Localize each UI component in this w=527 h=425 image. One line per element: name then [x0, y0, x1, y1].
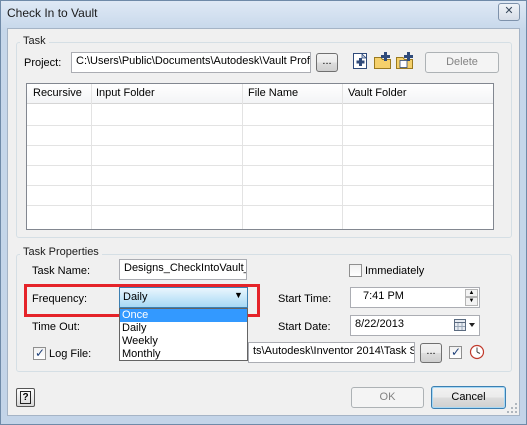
start-date-label: Start Date: — [278, 321, 331, 333]
task-group-label: Task — [20, 35, 49, 47]
task-name-field[interactable]: Designs_CheckIntoVault_ — [119, 259, 247, 280]
new-task-icon[interactable] — [351, 51, 371, 71]
resize-grip-icon[interactable] — [506, 402, 518, 414]
add-files-icon[interactable] — [395, 51, 415, 71]
grid-column-divider — [342, 84, 343, 229]
help-button[interactable]: ? — [16, 388, 35, 407]
frequency-label: Frequency: — [32, 293, 88, 305]
help-icon: ? — [20, 391, 31, 404]
column-header-file-name[interactable]: File Name — [248, 87, 298, 99]
log-file-checkbox[interactable] — [33, 346, 46, 360]
project-label: Project: — [24, 57, 62, 69]
grid-row-line — [27, 185, 493, 186]
task-name-label: Task Name: — [32, 265, 91, 277]
clock-icon[interactable] — [469, 344, 485, 360]
grid-column-divider — [91, 84, 92, 229]
task-grid[interactable] — [26, 83, 494, 230]
start-time-field[interactable]: 7:41 PM — [350, 287, 480, 308]
grid-row-line — [27, 205, 493, 206]
column-header-vault-folder[interactable]: Vault Folder — [348, 87, 407, 99]
grid-row-line — [27, 145, 493, 146]
timeout-label: Time Out: — [32, 321, 80, 333]
chevron-down-icon: ▼ — [234, 290, 243, 300]
frequency-dropdown: Once Daily Weekly Monthly — [119, 308, 248, 361]
spinner-icon[interactable]: ▲ ▼ — [465, 289, 478, 306]
immediately-checkbox[interactable] — [349, 264, 362, 277]
close-button[interactable]: ✕ — [498, 3, 520, 21]
dropdown-option-weekly[interactable]: Weekly — [120, 335, 247, 348]
add-folder-icon[interactable] — [373, 51, 393, 71]
delete-button[interactable]: Delete — [425, 52, 499, 73]
dropdown-option-once[interactable]: Once — [120, 309, 247, 322]
cancel-button[interactable]: Cancel — [431, 386, 506, 409]
calendar-icon[interactable] — [453, 318, 478, 333]
project-browse-button[interactable]: ... — [316, 53, 338, 72]
task-properties-label: Task Properties — [20, 246, 102, 258]
dropdown-option-monthly[interactable]: Monthly — [120, 348, 247, 361]
window-title: Check In to Vault — [7, 6, 98, 20]
grid-column-divider — [242, 84, 243, 229]
project-field[interactable]: C:\Users\Public\Documents\Autodesk\Vault… — [71, 52, 311, 73]
ok-button[interactable]: OK — [351, 387, 424, 408]
log-file-field[interactable]: ts\Autodesk\Inventor 2014\Task S — [248, 342, 415, 363]
start-time-label: Start Time: — [278, 293, 332, 305]
column-header-recursive[interactable]: Recursive — [33, 87, 82, 99]
frequency-combo[interactable]: Daily ▼ — [119, 287, 248, 308]
log-option-checkbox[interactable] — [449, 345, 462, 359]
frequency-value: Daily — [123, 291, 148, 303]
grid-row-line — [27, 125, 493, 126]
grid-header: Recursive Input Folder File Name Vault F… — [27, 84, 493, 104]
grid-row-line — [27, 165, 493, 166]
dropdown-option-daily[interactable]: Daily — [120, 322, 247, 335]
log-file-label: Log File: — [49, 348, 92, 360]
log-file-browse-button[interactable]: ... — [420, 343, 442, 363]
column-header-input-folder[interactable]: Input Folder — [96, 87, 155, 99]
immediately-label: Immediately — [365, 265, 425, 277]
